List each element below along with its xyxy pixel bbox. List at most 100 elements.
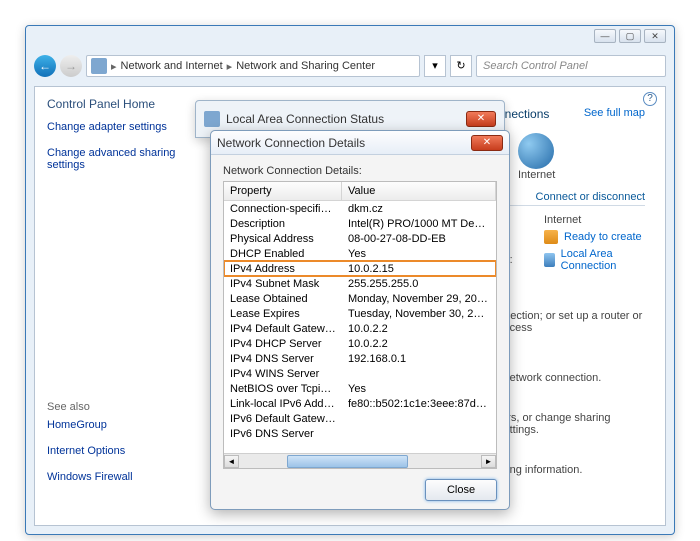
value-cell: 10.0.2.2: [342, 336, 496, 351]
close-button[interactable]: Close: [425, 479, 497, 501]
dialog-title: Network Connection Details: [217, 136, 365, 150]
table-row[interactable]: IPv4 Subnet Mask255.255.255.0: [224, 276, 496, 291]
value-cell: [342, 426, 496, 441]
control-panel-home[interactable]: Control Panel Home: [47, 97, 191, 111]
internet-label: Internet: [518, 169, 555, 181]
property-cell: Connection-specific DN...: [224, 201, 342, 216]
property-cell: IPv6 DNS Server: [224, 426, 342, 441]
value-cell: Yes: [342, 381, 496, 396]
property-cell: NetBIOS over Tcpip En...: [224, 381, 342, 396]
connection-status-title: Local Area Connection Status: [226, 112, 384, 126]
address-bar: ← → ▸ Network and Internet ▸ Network and…: [34, 52, 666, 80]
table-row[interactable]: IPv4 WINS Server: [224, 366, 496, 381]
close-details-dialog-button[interactable]: ✕: [471, 135, 503, 151]
header-property[interactable]: Property: [224, 182, 342, 200]
minimize-button[interactable]: —: [594, 29, 616, 43]
property-cell: DHCP Enabled: [224, 246, 342, 261]
property-cell: Link-local IPv6 Address: [224, 396, 342, 411]
value-cell: 10.0.2.15: [342, 261, 496, 276]
property-cell: IPv4 WINS Server: [224, 366, 342, 381]
scroll-track[interactable]: [239, 455, 481, 468]
value-cell: Tuesday, November 30, 2021 3:07:17 PM: [342, 306, 496, 321]
property-cell: Lease Expires: [224, 306, 342, 321]
value-cell: [342, 411, 496, 426]
property-cell: Lease Obtained: [224, 291, 342, 306]
table-row[interactable]: Link-local IPv6 Addressfe80::b502:1c1e:3…: [224, 396, 496, 411]
table-body: Connection-specific DN...dkm.czDescripti…: [224, 201, 496, 441]
value-cell: Yes: [342, 246, 496, 261]
chevron-right-icon: ▸: [227, 60, 233, 73]
text-fragment: oting information.: [498, 464, 645, 476]
breadcrumb[interactable]: ▸ Network and Internet ▸ Network and Sha…: [86, 55, 420, 77]
value-cell: 08-00-27-08-DD-EB: [342, 231, 496, 246]
table-row[interactable]: IPv4 Address10.0.2.15: [224, 261, 496, 276]
property-cell: IPv4 Subnet Mask: [224, 276, 342, 291]
window-controls: — ▢ ✕: [594, 29, 666, 43]
property-cell: IPv4 Address: [224, 261, 342, 276]
change-advanced-sharing[interactable]: Change advanced sharing settings: [47, 147, 191, 171]
address-dropdown-button[interactable]: ▾: [424, 55, 446, 77]
property-cell: Physical Address: [224, 231, 342, 246]
property-cell: IPv6 Default Gateway: [224, 411, 342, 426]
details-table: Property Value Connection-specific DN...…: [223, 181, 497, 469]
left-nav: Control Panel Home Change adapter settin…: [35, 87, 203, 525]
table-row[interactable]: IPv6 Default Gateway: [224, 411, 496, 426]
horizontal-scrollbar[interactable]: ◄ ►: [224, 453, 496, 468]
breadcrumb-network-sharing[interactable]: Network and Sharing Center: [234, 60, 377, 72]
table-row[interactable]: IPv6 DNS Server: [224, 426, 496, 441]
chevron-right-icon: ▸: [111, 60, 117, 73]
connection-details-dialog: Network Connection Details ✕ Network Con…: [210, 130, 510, 510]
scroll-thumb[interactable]: [287, 455, 408, 468]
table-row[interactable]: IPv4 Default Gateway10.0.2.2: [224, 321, 496, 336]
value-cell: 10.0.2.2: [342, 321, 496, 336]
close-status-dialog-button[interactable]: ✕: [466, 111, 496, 127]
table-row[interactable]: IPv4 DHCP Server10.0.2.2: [224, 336, 496, 351]
property-cell: Description: [224, 216, 342, 231]
property-cell: IPv4 DHCP Server: [224, 336, 342, 351]
text-fragment: l network connection.: [498, 372, 645, 384]
text-fragment: nnection; or set up a router or access: [498, 310, 645, 334]
internet-options-link[interactable]: Internet Options: [47, 445, 191, 457]
see-full-map-link[interactable]: See full map: [584, 107, 645, 119]
value-cell: fe80::b502:1c1e:3eee:87d9%11: [342, 396, 496, 411]
value-cell: Intel(R) PRO/1000 MT Desktop Adapter: [342, 216, 496, 231]
table-row[interactable]: Physical Address08-00-27-08-DD-EB: [224, 231, 496, 246]
see-also-heading: See also: [47, 401, 191, 413]
refresh-button[interactable]: ↻: [450, 55, 472, 77]
connection-icon: [544, 253, 555, 267]
scroll-left-button[interactable]: ◄: [224, 455, 239, 468]
table-row[interactable]: DescriptionIntel(R) PRO/1000 MT Desktop …: [224, 216, 496, 231]
table-row[interactable]: Connection-specific DN...dkm.cz: [224, 201, 496, 216]
internet-globe-icon: [518, 133, 554, 169]
table-row[interactable]: Lease ObtainedMonday, November 29, 2021 …: [224, 291, 496, 306]
property-cell: IPv4 Default Gateway: [224, 321, 342, 336]
network-icon: [91, 58, 107, 74]
text-fragment: ters, or change sharing settings.: [498, 412, 645, 436]
header-value[interactable]: Value: [342, 182, 496, 200]
homegroup-link[interactable]: HomeGroup: [47, 419, 191, 431]
breadcrumb-network-internet[interactable]: Network and Internet: [119, 60, 225, 72]
back-button[interactable]: ←: [34, 55, 56, 77]
connection-status-icon: [204, 111, 220, 127]
forward-button[interactable]: →: [60, 55, 82, 77]
value-cell: dkm.cz: [342, 201, 496, 216]
access-type-value: Internet: [544, 214, 581, 226]
value-cell: [342, 366, 496, 381]
table-row[interactable]: NetBIOS over Tcpip En...Yes: [224, 381, 496, 396]
connections-heading: nnections: [498, 107, 584, 121]
table-row[interactable]: DHCP EnabledYes: [224, 246, 496, 261]
value-cell: 192.168.0.1: [342, 351, 496, 366]
table-header: Property Value: [224, 182, 496, 201]
table-row[interactable]: Lease ExpiresTuesday, November 30, 2021 …: [224, 306, 496, 321]
property-cell: IPv4 DNS Server: [224, 351, 342, 366]
maximize-button[interactable]: ▢: [619, 29, 641, 43]
change-adapter-settings[interactable]: Change adapter settings: [47, 121, 191, 133]
windows-firewall-link[interactable]: Windows Firewall: [47, 471, 191, 483]
table-row[interactable]: IPv4 DNS Server192.168.0.1: [224, 351, 496, 366]
value-cell: Monday, November 29, 2021 3:07:21 PM: [342, 291, 496, 306]
close-window-button[interactable]: ✕: [644, 29, 666, 43]
ready-to-create-link[interactable]: Ready to create: [564, 231, 642, 243]
search-input[interactable]: Search Control Panel: [476, 55, 666, 77]
local-area-connection-link[interactable]: Local Area Connection: [561, 248, 645, 272]
scroll-right-button[interactable]: ►: [481, 455, 496, 468]
